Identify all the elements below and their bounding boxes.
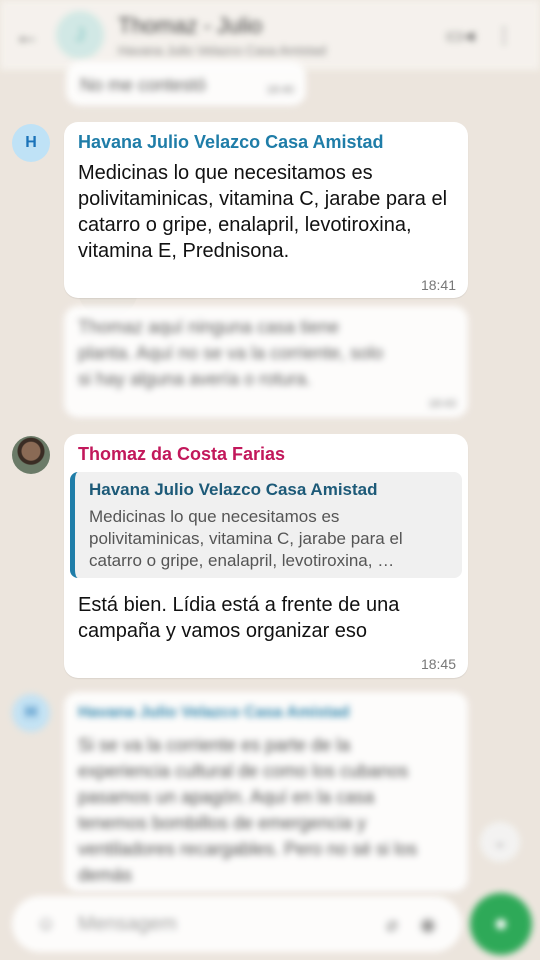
camera-icon[interactable]: ◉ [410, 912, 446, 937]
message-time: 18:45 [420, 656, 456, 672]
sender-name[interactable]: Havana Julio Velazco Casa Amistad [78, 704, 350, 722]
sender-name[interactable]: Havana Julio Velazco Casa Amistad [78, 132, 383, 153]
message-bubble[interactable]: No me contestó 18:40 [66, 62, 306, 106]
quoted-message[interactable]: Havana Julio Velazco Casa Amistad Medici… [70, 472, 462, 578]
sender-name[interactable]: Thomaz da Costa Farias [78, 444, 285, 465]
message-time: 18:41 [420, 277, 456, 293]
quoted-sender-name: Havana Julio Velazco Casa Amistad [89, 480, 378, 499]
quoted-text: Medicinas lo que necesitamos es polivita… [89, 507, 403, 570]
scroll-down-button[interactable]: ⌄ [480, 822, 520, 862]
message-input[interactable]: Mensagem [78, 913, 374, 936]
group-avatar[interactable]: J [56, 11, 104, 59]
message-bubble[interactable]: Havana Julio Velazco Casa Amistad Medici… [64, 122, 468, 298]
message-time: 18:40 [266, 84, 294, 96]
attach-icon[interactable]: ⌀ [374, 912, 410, 937]
sender-avatar-photo[interactable] [12, 436, 50, 474]
emoji-icon[interactable]: ☺ [28, 913, 64, 936]
video-call-icon[interactable]: ▭◂ [438, 23, 482, 48]
chat-header: ← J Thomaz - Julio Havana Julio Velazco … [0, 0, 540, 70]
chat-subtitle: Havana Julio Velazco Casa Amistad [118, 42, 327, 58]
message-text: No me contestó [80, 75, 207, 95]
back-arrow-icon[interactable]: ← [14, 20, 50, 51]
message-time: 18:43 [428, 398, 456, 410]
message-text: Si se va la corriente es parte de la exp… [78, 735, 418, 885]
chat-title-area[interactable]: Thomaz - Julio Havana Julio Velazco Casa… [118, 13, 438, 58]
message-bubble[interactable]: Havana Julio Velazco Casa Amistad Si se … [64, 692, 468, 892]
avatar-letter: H [25, 134, 37, 151]
message-bubble[interactable]: Thomaz da Costa Farias Havana Julio Vela… [64, 434, 468, 678]
avatar-letter: H [25, 704, 37, 721]
sender-avatar[interactable]: H [12, 124, 50, 162]
message-text: Está bien. Lídia está a frente de una ca… [78, 594, 400, 642]
message-text: Medicinas lo que necesitamos es polivita… [78, 162, 448, 262]
chat-title: Thomaz - Julio [118, 12, 263, 38]
message-text: Thomaz aquí ninguna casa tiene planta. A… [78, 317, 384, 389]
microphone-icon: ● [493, 910, 509, 937]
chevron-down-icon: ⌄ [493, 834, 507, 851]
send-button[interactable]: ● [470, 893, 532, 955]
message-input-bar[interactable]: ☺ Mensagem ⌀ ◉ [12, 896, 462, 952]
message-bubble[interactable]: Thomaz aquí ninguna casa tiene planta. A… [64, 306, 468, 418]
sender-avatar[interactable]: H [12, 694, 50, 732]
more-options-icon[interactable]: ⋮ [482, 23, 526, 48]
